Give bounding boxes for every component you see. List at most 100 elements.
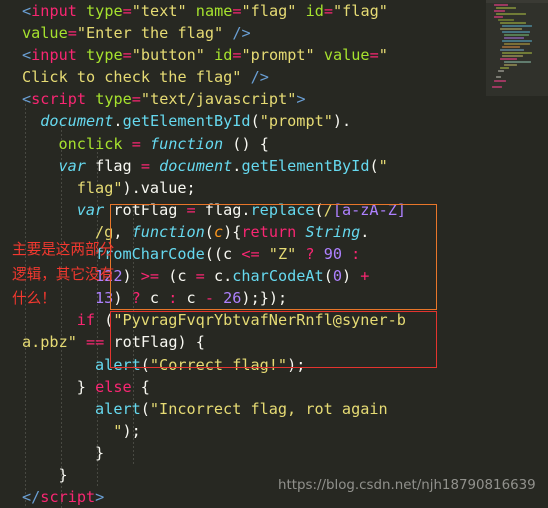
code-token: 26 (223, 289, 242, 308)
code-token: script (31, 90, 87, 109)
code-token: "Z" (268, 245, 297, 264)
code-token: = (122, 46, 132, 65)
minimap-line (500, 49, 524, 51)
code-token: name (195, 2, 233, 20)
minimap-line (492, 86, 502, 88)
code-minimap[interactable] (486, 0, 548, 96)
code-token: . (360, 222, 370, 241)
code-token: ( (369, 156, 379, 175)
code-line[interactable]: var rotFlag = flag.replace(/[a-zA-Z] (0, 199, 548, 221)
code-token: rotFlag (104, 200, 187, 219)
code-token: "flag" (241, 2, 297, 20)
code-token: "flag" (333, 2, 388, 20)
code-token: flag" (76, 178, 123, 197)
code-token: else (95, 377, 132, 396)
code-token: function (131, 222, 205, 241)
code-token: value (140, 178, 187, 197)
code-token: value (22, 24, 68, 43)
code-line[interactable]: <input type="text" name="flag" id="flag" (0, 0, 548, 22)
code-token: replace (250, 200, 315, 219)
code-token: var (76, 200, 105, 219)
minimap-line (498, 70, 504, 72)
code-token: = (131, 90, 141, 109)
code-token: < (22, 46, 32, 65)
code-token: type (86, 46, 123, 65)
code-token: == (86, 333, 105, 352)
code-token: "Incorrect flag, rot again (149, 399, 388, 418)
minimap-line (500, 67, 509, 69)
code-line[interactable]: onclick = function () { (0, 133, 548, 155)
chinese-annotation-note: 主要是这两部分 逻辑，其它没有 什么！ (12, 241, 115, 307)
code-token: ) (113, 289, 132, 308)
minimap-line (500, 28, 522, 30)
code-token: ? (131, 289, 141, 308)
code-token: > (296, 90, 306, 109)
code-line[interactable]: if ("PyvragFvqrYbtvafNerRnfl@syner-b (0, 309, 548, 331)
minimap-line (500, 58, 517, 60)
code-token: "prompt" (259, 112, 333, 131)
code-token: (c (159, 267, 196, 286)
code-line[interactable]: flag").value; (0, 177, 548, 199)
code-line[interactable]: alert("Correct flag!"); (0, 354, 548, 376)
code-line[interactable]: <input type="button" id="prompt" value=" (0, 44, 548, 66)
code-token: . (223, 267, 233, 286)
code-token: = (232, 46, 242, 65)
code-token: = (140, 156, 150, 175)
code-token: 90 (323, 245, 342, 264)
code-line[interactable]: Click to check the flag" /> (0, 66, 548, 88)
code-token: ? (305, 245, 315, 264)
code-token: "Enter the flag" (76, 24, 224, 43)
code-token: ){ (223, 222, 242, 241)
code-line[interactable]: document.getElementById("prompt"). (0, 110, 548, 132)
minimap-line (502, 46, 520, 48)
code-token: = (195, 267, 205, 286)
code-token: >= (140, 267, 160, 286)
code-line[interactable]: } else { (0, 376, 548, 398)
code-token: var (58, 156, 86, 175)
code-token: type (95, 90, 132, 109)
code-token: [a-zA-Z] (332, 200, 407, 219)
code-token: 0 (332, 267, 342, 286)
code-token: - (204, 289, 214, 308)
minimap-line (496, 7, 516, 9)
minimap-line (502, 52, 532, 54)
code-token: + (360, 267, 370, 286)
code-token: = (186, 200, 196, 219)
code-line[interactable]: "); (0, 420, 548, 442)
code-line[interactable]: var flag = document.getElementById(" (0, 155, 548, 177)
code-token: id (214, 46, 233, 65)
code-token: ( (204, 222, 214, 241)
code-line[interactable]: <script type="text/javascript"> (0, 88, 548, 110)
minimap-line (494, 80, 506, 82)
code-line[interactable]: alert("Incorrect flag, rot again (0, 398, 548, 420)
code-token: type (86, 2, 123, 20)
code-token: < (22, 90, 32, 109)
code-token: } (58, 465, 68, 484)
code-token: } (76, 377, 96, 396)
code-token: "Correct flag!" (149, 355, 288, 374)
code-token: a.pbz" (22, 333, 77, 352)
code-token: /> (250, 68, 269, 87)
code-token: id (305, 2, 324, 20)
code-token: String (305, 222, 361, 241)
code-token: = (369, 46, 379, 65)
code-token: ); (287, 355, 306, 374)
code-token: " (378, 46, 388, 65)
code-token: charCodeAt (232, 267, 324, 286)
code-line[interactable]: } (0, 442, 548, 464)
code-token: document (159, 156, 233, 175)
code-token: alert (95, 399, 141, 418)
code-line[interactable]: value="Enter the flag" /> (0, 22, 548, 44)
code-token: "prompt" (241, 46, 315, 65)
code-line[interactable]: a.pbz" == rotFlag) { (0, 331, 548, 353)
code-token: ( (314, 200, 324, 219)
code-token: ). (122, 178, 141, 197)
code-token: );}); (241, 289, 288, 308)
code-token: ( (140, 355, 150, 374)
code-token: < (22, 2, 32, 20)
minimap-line (494, 4, 508, 6)
